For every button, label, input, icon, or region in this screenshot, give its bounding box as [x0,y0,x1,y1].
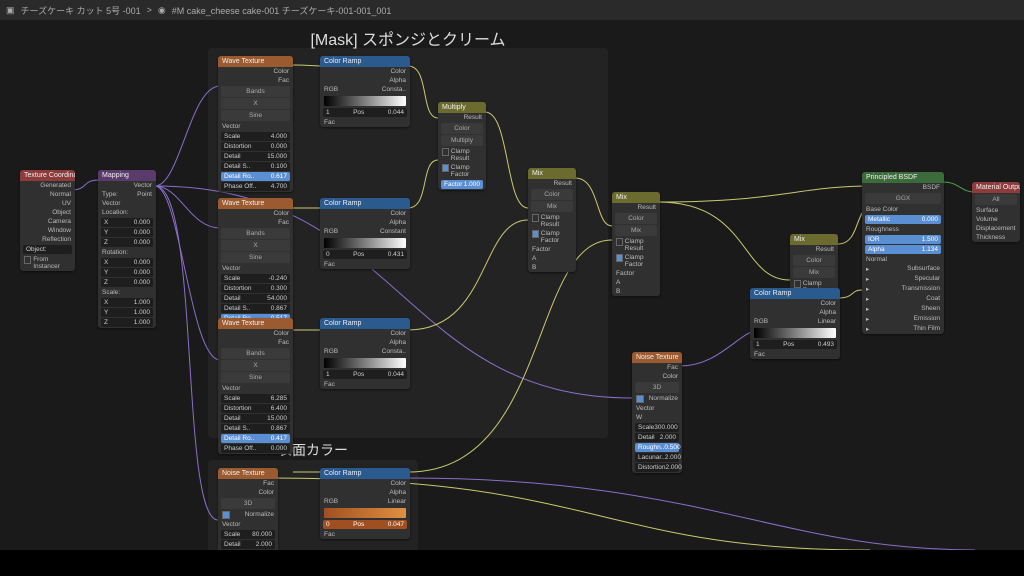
ramp-gradient[interactable] [324,358,406,368]
bc-mat[interactable]: #M cake_cheese cake-001 チーズケーキ-001-001_0… [172,4,392,17]
letterbox-bottom [0,550,1024,576]
node-bsdf[interactable]: Principled BSDF BSDF GGX Base Color Meta… [862,172,944,334]
bc-icon: ▣ [6,5,15,16]
node-mapping[interactable]: Mapping Vector Type:Point Vector Locatio… [98,170,156,328]
node-ramp-a[interactable]: Color Ramp Color Alpha RGBConsta.. 1Pos0… [320,56,410,127]
node-ramp-c[interactable]: Color Ramp Color Alpha RGBConsta.. 1Pos0… [320,318,410,389]
node-ramp-b[interactable]: Color Ramp Color Alpha RGBConstant 0Pos0… [320,198,410,269]
node-wave-b[interactable]: Wave Texture Color Fac Bands X Sine Vect… [218,198,293,334]
hdr[interactable]: Mapping [98,170,156,181]
ramp-gradient[interactable] [754,328,836,338]
node-noise-a[interactable]: Noise Texture Fac Color 3D Normalize Vec… [218,468,278,560]
node-mat-output[interactable]: Material Output All Surface Volume Displ… [972,182,1020,242]
breadcrumb-bar: ▣ チーズケーキ カット 5号 -001 > ◉ #M cake_cheese … [0,0,1024,20]
node-multiply[interactable]: Multiply Result Color Multiply Clamp Res… [438,102,486,190]
ramp-gradient[interactable] [324,508,406,518]
node-tex-coord[interactable]: Texture Coordinate Generated Normal UV O… [20,170,75,271]
bc-sep: > [147,5,152,15]
bc-obj[interactable]: チーズケーキ カット 5号 -001 [21,4,141,17]
node-noise-b[interactable]: Noise Texture Fac Color 3D Normalize Vec… [632,352,682,473]
node-mix-2[interactable]: Mix Result Color Mix Clamp Result Clamp … [612,192,660,296]
ramp-gradient[interactable] [324,238,406,248]
hdr[interactable]: Texture Coordinate [20,170,75,181]
node-wave-c[interactable]: Wave Texture Color Fac Bands X Sine Vect… [218,318,293,454]
bc-mat-icon: ◉ [158,5,166,16]
node-mix-1[interactable]: Mix Result Color Mix Clamp Result Clamp … [528,168,576,272]
node-ramp-e[interactable]: Color Ramp Color Alpha RGBLinear 1Pos0.4… [750,288,840,359]
ramp-gradient[interactable] [324,96,406,106]
node-ramp-d[interactable]: Color Ramp Color Alpha RGBLinear 0Pos0.0… [320,468,410,539]
frame-mask-title: [Mask] スポンジとクリーム [208,26,608,50]
node-wave-a[interactable]: Wave Texture Color Fac Bands X Sine Vect… [218,56,293,192]
